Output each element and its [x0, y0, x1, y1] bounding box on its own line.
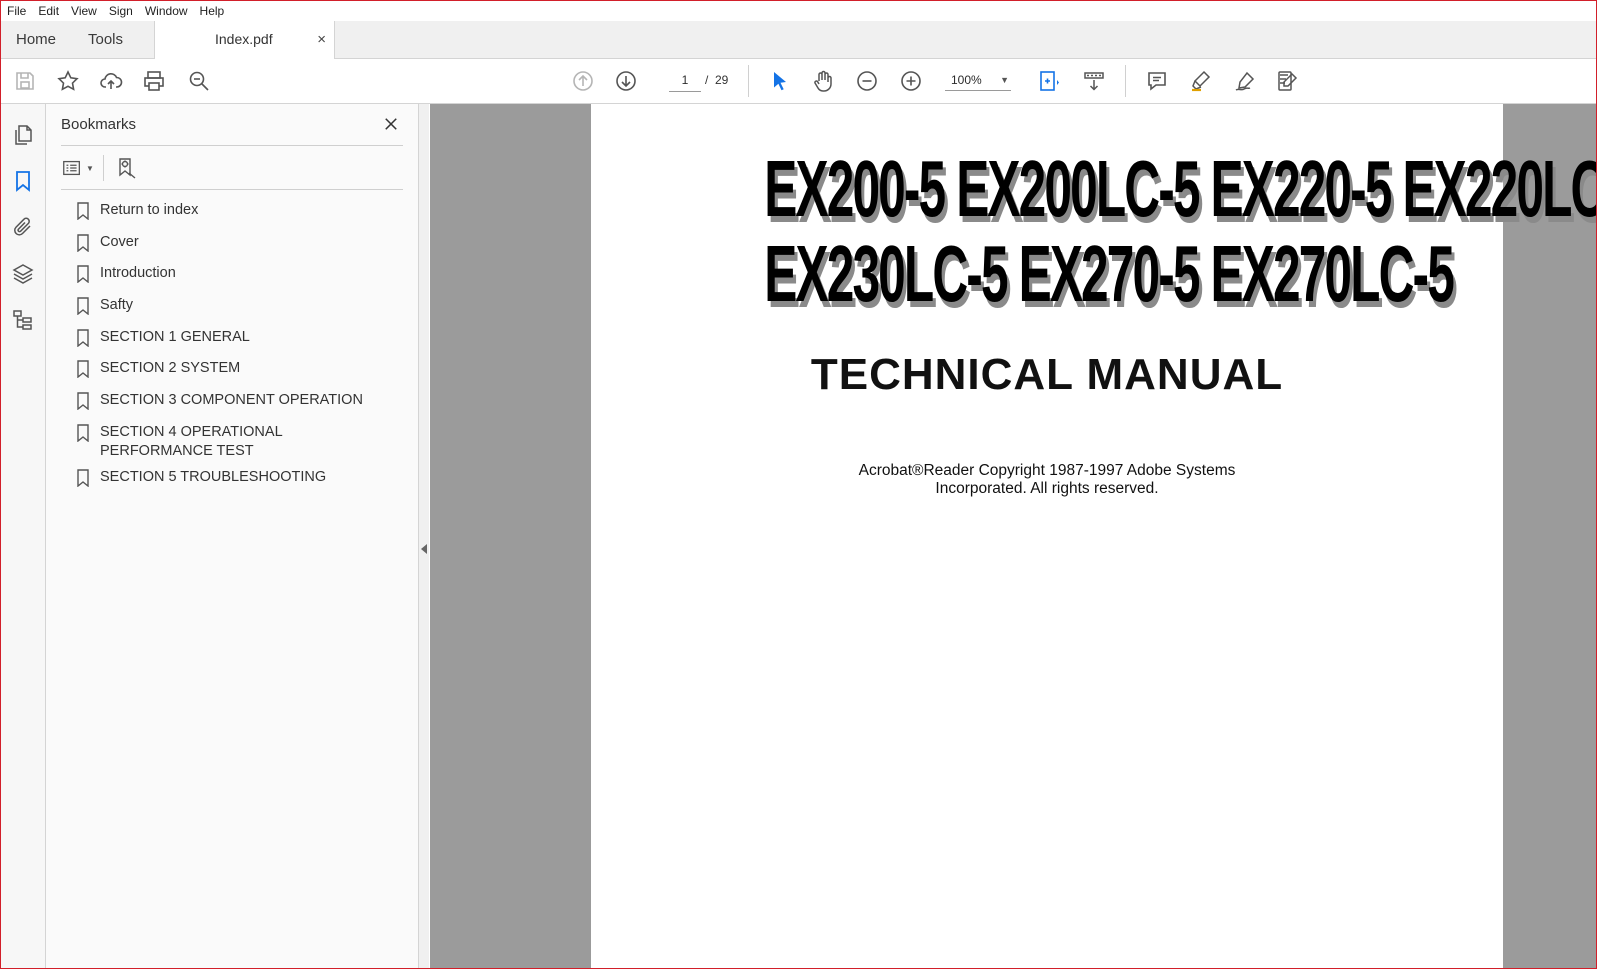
bookmark-label: Safty [100, 297, 134, 314]
bookmark-label: SECTION 2 SYSTEM [100, 360, 241, 377]
menu-view[interactable]: View [65, 4, 103, 18]
bookmark-label: Introduction [100, 265, 176, 282]
page-number-input[interactable]: 1 [669, 69, 701, 92]
tab-tools[interactable]: Tools [88, 21, 123, 58]
panel-splitter[interactable] [419, 104, 429, 968]
bookmark-item[interactable]: SECTION 2 SYSTEM [76, 359, 406, 391]
bookmark-item[interactable]: Introduction [76, 264, 406, 296]
tab-bar: Home Tools Index.pdf × [1, 21, 1596, 59]
bookmark-label: SECTION 1 GENERAL [100, 328, 250, 345]
collapse-arrow-icon[interactable] [421, 544, 427, 554]
bookmark-item[interactable]: Cover [76, 233, 406, 265]
bookmarks-panel: Bookmarks ▼ Return to index Cover Introd… [46, 104, 419, 968]
pdf-page: EX200-5 EX200LC-5 EX220-5 EX220LC-5 EX23… [591, 104, 1596, 968]
content-tree-icon[interactable] [10, 307, 36, 333]
bookmark-icon [77, 424, 89, 442]
bookmark-label: SECTION 3 COMPONENT OPERATION [100, 392, 363, 409]
page-thumbnails-icon[interactable] [10, 122, 36, 148]
bookmark-list: Return to index Cover Introduction Safty… [76, 201, 406, 500]
navigation-rail [1, 104, 46, 968]
panel-divider [61, 189, 403, 190]
bookmark-icon [77, 469, 89, 487]
tab-close-icon[interactable]: × [317, 21, 326, 58]
panel-title: Bookmarks [61, 116, 137, 133]
highlight-icon[interactable] [1187, 67, 1215, 95]
bookmark-options-button[interactable]: ▼ [61, 153, 99, 183]
menu-edit[interactable]: Edit [32, 4, 65, 18]
document-models-line-2: EX230LC-5 EX270-5 EX270LC-5 [764, 229, 1455, 318]
search-icon[interactable] [185, 67, 213, 95]
bookmark-item[interactable]: SECTION 5 TROUBLESHOOTING [76, 468, 406, 500]
tab-document-title: Index.pdf [215, 31, 273, 47]
bookmark-item[interactable]: SECTION 4 OPERATIONAL PERFORMANCE TEST [76, 423, 406, 468]
select-cursor-icon[interactable] [766, 67, 794, 95]
tab-document[interactable]: Index.pdf × [154, 21, 335, 59]
bookmark-icon [77, 392, 89, 411]
hand-tool-icon[interactable] [809, 67, 837, 95]
tab-home[interactable]: Home [16, 21, 56, 58]
bookmark-icon [77, 202, 89, 220]
close-icon[interactable] [379, 112, 403, 136]
star-icon[interactable] [54, 67, 82, 95]
next-page-icon[interactable] [612, 67, 640, 95]
zoom-in-icon[interactable] [897, 67, 925, 95]
fit-page-icon[interactable] [1035, 67, 1063, 95]
layers-icon[interactable] [10, 261, 36, 287]
bookmark-label: Cover [100, 233, 139, 250]
toolbar-divider [748, 65, 749, 97]
copyright-line-2: Incorporated. All rights reserved. [935, 479, 1159, 497]
print-icon[interactable] [140, 67, 168, 95]
document-viewport[interactable]: EX200-5 EX200LC-5 EX220-5 EX220LC-5 EX23… [430, 104, 1596, 968]
document-title: TECHNICAL MANUAL [810, 350, 1284, 399]
page-total: 29 [715, 73, 729, 87]
document-copyright: Acrobat®Reader Copyright 1987-1997 Adobe… [591, 462, 1503, 497]
edit-form-icon[interactable] [1274, 67, 1302, 95]
bookmark-icon [77, 329, 89, 347]
new-bookmark-button[interactable] [112, 153, 142, 183]
sign-pen-icon[interactable] [1231, 67, 1259, 95]
bookmark-item[interactable]: SECTION 3 COMPONENT OPERATION [76, 391, 406, 423]
menu-file[interactable]: File [1, 4, 32, 18]
bookmark-item[interactable]: Return to index [76, 201, 406, 233]
bookmark-label: SECTION 5 TROUBLESHOOTING [100, 468, 327, 485]
save-icon[interactable] [11, 67, 39, 95]
page-separator: / [705, 73, 709, 87]
bookmark-icon [77, 297, 89, 316]
zoom-level-select[interactable]: 100% ▼ [945, 69, 1011, 91]
options-list-icon [63, 160, 80, 176]
panel-divider [61, 145, 403, 146]
scrolling-mode-icon[interactable] [1080, 67, 1108, 95]
document-models-line-1: EX200-5 EX200LC-5 EX220-5 EX220LC-5 [764, 144, 1596, 233]
menu-sign[interactable]: Sign [103, 4, 139, 18]
bookmark-item[interactable]: Safty [76, 296, 406, 328]
copyright-line-1: Acrobat®Reader Copyright 1987-1997 Adobe… [858, 462, 1236, 479]
chevron-down-icon: ▼ [86, 163, 94, 173]
menu-bar: File Edit View Sign Window Help [1, 1, 1596, 21]
menu-help[interactable]: Help [194, 4, 231, 18]
chevron-down-icon: ▼ [1000, 75, 1009, 85]
previous-page-icon[interactable] [569, 67, 597, 95]
bookmark-label: SECTION 4 OPERATIONAL PERFORMANCE TEST [100, 423, 283, 460]
bookmark-icon [77, 265, 89, 284]
bookmark-panel-icon[interactable] [10, 168, 36, 194]
new-bookmark-icon [119, 158, 136, 179]
cloud-upload-icon[interactable] [97, 67, 125, 95]
toolbar: 1 / 29 100% ▼ [1, 59, 1596, 104]
panel-toolbar-divider [103, 155, 104, 181]
bookmark-icon [77, 233, 89, 252]
toolbar-divider [1125, 65, 1126, 97]
bookmark-icon [77, 360, 89, 379]
zoom-level-value: 100% [951, 73, 982, 87]
attachment-icon[interactable] [10, 214, 36, 240]
bookmark-item[interactable]: SECTION 1 GENERAL [76, 328, 406, 360]
menu-window[interactable]: Window [139, 4, 194, 18]
comment-icon[interactable] [1143, 67, 1171, 95]
zoom-out-icon[interactable] [853, 67, 881, 95]
bookmark-label: Return to index [100, 202, 199, 218]
